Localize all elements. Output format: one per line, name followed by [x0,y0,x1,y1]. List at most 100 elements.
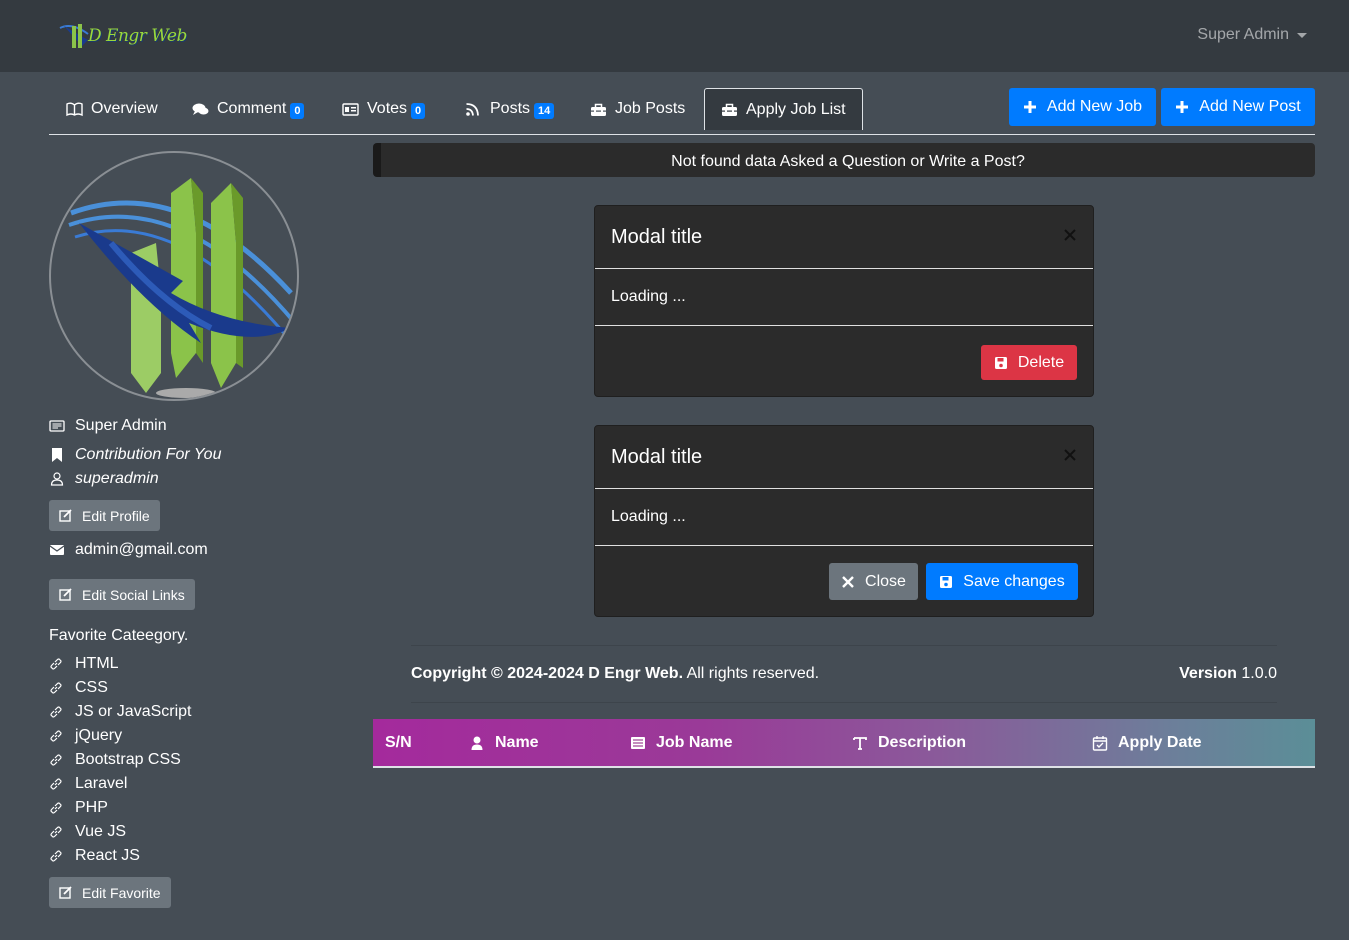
link-icon [50,754,62,766]
tab-comment[interactable]: Comment 0 [192,88,305,130]
avatar-logo-icon [68,178,297,398]
save-icon [994,356,1007,369]
plus-icon [1023,101,1036,113]
close-label: Close [865,572,906,590]
column-header-description[interactable]: Description [852,719,966,766]
user-icon [50,472,64,486]
rss-icon [466,102,479,116]
list-alt-icon [631,736,645,749]
column-header-name[interactable]: Name [469,719,539,766]
edit-favorite-label: Edit Favorite [82,884,161,901]
favorite-item-bootstrap[interactable]: Bootstrap CSS [49,751,181,769]
modal-body: Loading ... [595,489,1093,546]
no-data-alert: Not found data Asked a Question or Write… [373,143,1315,177]
save-modal: Modal title Loading ... Close Save chang… [594,425,1094,617]
favorite-label: CSS [75,679,108,696]
favorite-item-jquery[interactable]: jQuery [49,727,122,745]
favorite-item-laravel[interactable]: Laravel [49,775,127,793]
close-icon[interactable] [1063,448,1077,462]
user-menu-dropdown[interactable]: Super Admin [1197,26,1307,44]
edit-profile-button[interactable]: Edit Profile [49,500,160,531]
add-new-post-label: Add New Post [1199,98,1301,115]
edit-profile-label: Edit Profile [82,507,150,524]
edit-social-links-label: Edit Social Links [82,586,185,603]
close-button[interactable]: Close [829,563,918,600]
favorite-label: Laravel [75,775,128,792]
link-icon [50,706,62,718]
favorite-item-html[interactable]: HTML [49,655,119,673]
delete-label: Delete [1017,353,1065,371]
favorite-item-vue[interactable]: Vue JS [49,823,126,841]
favorite-item-javascript[interactable]: JS or JavaScript [49,703,191,721]
modal-loading-text: Loading ... [611,288,686,305]
profile-username-row: superadmin [49,470,159,488]
profile-username: superadmin [75,470,159,487]
envelope-icon [49,545,65,555]
favorite-label: PHP [75,799,108,816]
link-icon [50,730,62,742]
favorite-item-css[interactable]: CSS [49,679,108,697]
edit-favorite-button[interactable]: Edit Favorite [49,877,171,908]
page-footer: Copyright © 2024-2024 D Engr Web. All ri… [411,645,1277,703]
version-number: 1.0.0 [1241,665,1277,682]
modal-title: Modal title [611,445,703,468]
user-menu-label: Super Admin [1197,26,1289,43]
tab-votes[interactable]: Votes 0 [342,88,426,130]
comments-icon [192,103,209,115]
profile-tagline-row: Contribution For You [49,446,221,464]
id-card-icon [49,420,65,432]
column-label: Job Name [656,733,733,751]
save-changes-button[interactable]: Save changes [926,563,1078,600]
column-header-apply-date[interactable]: Apply Date [1092,719,1202,766]
text-icon [853,736,867,750]
column-header-sn[interactable]: S/N [385,719,412,766]
apply-job-table-header: S/N Name Job Name Description Apply Date [373,719,1315,768]
modal-loading-text: Loading ... [611,508,686,525]
modal-title: Modal title [611,225,703,248]
tab-label: Job Posts [615,100,686,117]
toolbox-icon [722,103,737,116]
navbar: D Engr Web Super Admin [0,0,1349,72]
bookmark-icon [52,448,62,462]
tab-label: Apply Job List [746,100,846,118]
chevron-down-icon [1297,32,1307,38]
copyright-rest: All rights reserved. [686,665,820,682]
favorite-label: jQuery [75,727,123,744]
tab-job-posts[interactable]: Job Posts [590,88,685,130]
profile-tagline: Contribution For You [75,446,222,463]
tab-posts[interactable]: Posts 14 [465,88,555,130]
column-label: S/N [385,733,412,751]
favorite-label: Bootstrap CSS [75,751,181,768]
favorite-label: JS or JavaScript [75,703,192,720]
tab-label: Votes [367,100,408,117]
times-icon [842,575,854,588]
add-new-post-button[interactable]: Add New Post [1161,88,1315,126]
modal-footer: Close Save changes [595,546,1093,616]
profile-avatar [49,151,299,401]
favorite-item-react[interactable]: React JS [49,847,140,865]
favorite-item-php[interactable]: PHP [49,799,108,817]
tab-apply-job-list[interactable]: Apply Job List [704,88,863,130]
delete-button[interactable]: Delete [981,345,1077,380]
close-icon[interactable] [1063,228,1077,242]
plus-icon [1176,101,1189,113]
edit-icon [59,886,72,899]
column-header-job-name[interactable]: Job Name [630,719,732,766]
add-new-job-button[interactable]: Add New Job [1009,88,1156,126]
save-icon [940,575,953,588]
toolbox-icon [591,103,606,116]
link-icon [50,682,62,694]
brand-name[interactable]: D Engr Web [88,26,187,46]
edit-icon [59,509,72,522]
comment-count-badge: 0 [290,103,305,119]
modal-header: Modal title [595,426,1093,489]
posts-count-badge: 14 [534,103,555,119]
favorite-label: Vue JS [75,823,126,840]
votes-count-badge: 0 [411,103,426,119]
tab-label: Overview [91,100,158,117]
profile-email-row: admin@gmail.com [49,541,208,559]
copyright: Copyright © 2024-2024 D Engr Web. All ri… [411,665,819,683]
edit-social-links-button[interactable]: Edit Social Links [49,579,195,610]
tab-overview[interactable]: Overview [66,88,158,130]
column-label: Apply Date [1118,733,1202,751]
